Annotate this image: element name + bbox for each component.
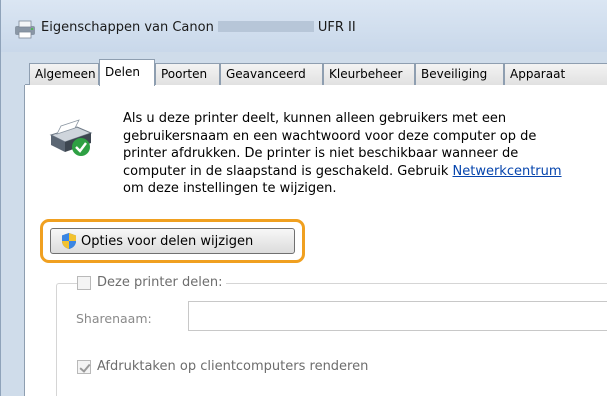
share-printer-checkbox[interactable]	[77, 275, 91, 290]
tab-delen[interactable]: Delen	[99, 59, 155, 86]
render-jobs-option[interactable]: Afdruktaken op clientcomputers renderen	[77, 359, 368, 374]
sharing-info-text: Als u deze printer deelt, kunnen alleen …	[123, 110, 607, 198]
tab-beveiliging[interactable]: Beveiliging	[415, 63, 504, 85]
change-sharing-options-button[interactable]: Opties voor delen wijzigen	[50, 228, 295, 254]
uac-shield-icon	[62, 233, 76, 249]
info-line-4-text: computer in de slaapstand is geschakeld.…	[123, 163, 453, 179]
share-name-input[interactable]	[188, 301, 607, 331]
title-bar: Eigenschappen van Canon UFR II	[1, 0, 607, 52]
tab-strip: Algemeen Delen Poorten Geavanceerd Kleur…	[25, 59, 607, 86]
info-line: printer afdrukken. De printer is niet be…	[123, 146, 519, 161]
tab-apparaat[interactable]: Apparaat	[504, 63, 607, 85]
window-title: Eigenschappen van Canon UFR II	[41, 20, 356, 35]
tab-algemeen[interactable]: Algemeen	[29, 63, 99, 85]
printer-icon	[15, 20, 35, 39]
sharing-settings-group	[56, 283, 607, 396]
network-center-link[interactable]: Netwerkcentrum	[453, 164, 562, 179]
info-line: gebruikersnaam en een wachtwoord voor de…	[123, 128, 537, 144]
render-jobs-label: Afdruktaken op clientcomputers renderen	[97, 359, 369, 374]
change-sharing-options-label: Opties voor delen wijzigen	[81, 233, 254, 249]
share-name-label: Sharenaam:	[76, 311, 152, 326]
tab-geavanceerd[interactable]: Geavanceerd	[220, 63, 323, 85]
tab-kleurbeheer[interactable]: Kleurbeheer	[323, 63, 415, 85]
info-line: computer in de slaapstand is geschakeld.…	[123, 163, 607, 181]
tab-poorten[interactable]: Poorten	[155, 63, 220, 85]
shared-printer-icon	[49, 119, 93, 156]
window-title-prefix: Eigenschappen van Canon	[41, 20, 214, 35]
share-printer-option[interactable]: Deze printer delen:	[77, 275, 227, 290]
share-printer-label: Deze printer delen:	[97, 275, 223, 290]
window-title-suffix: UFR II	[317, 20, 356, 35]
render-jobs-checkbox[interactable]	[77, 359, 91, 374]
redacted-model-name	[217, 21, 314, 32]
info-line: Als u deze printer deelt, kunnen alleen …	[123, 111, 507, 126]
info-line: om deze instellingen te wijzigen.	[123, 181, 337, 196]
